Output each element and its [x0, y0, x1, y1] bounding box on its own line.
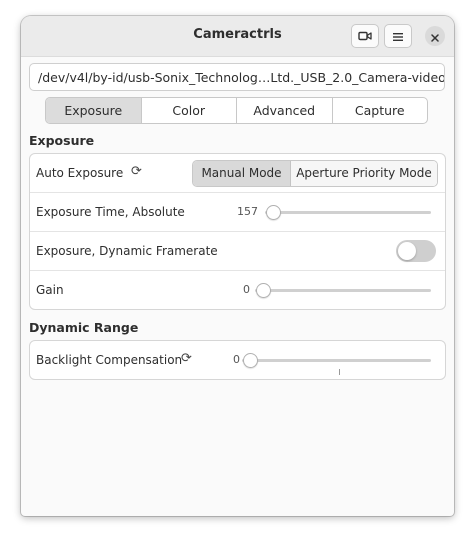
backlight-row: Backlight Compensation ⟳ 0: [30, 341, 445, 380]
video-camera-icon: [358, 27, 372, 46]
reset-icon[interactable]: ⟳: [181, 351, 192, 366]
device-selector[interactable]: /dev/v4l/by-id/usb-Sonix_Technolog…Ltd._…: [29, 63, 445, 91]
backlight-slider-handle[interactable]: [243, 353, 258, 368]
tab-color[interactable]: Color: [142, 98, 237, 123]
exposure-time-row: Exposure Time, Absolute 157: [30, 193, 445, 232]
tab-capture[interactable]: Capture: [333, 98, 428, 123]
exposure-card: Auto Exposure ⟳ Manual Mode Aperture Pri…: [29, 153, 446, 310]
tab-advanced[interactable]: Advanced: [237, 98, 333, 123]
gain-row: Gain 0: [30, 271, 445, 310]
exposure-time-value: 157: [237, 205, 258, 218]
close-window-button[interactable]: [425, 26, 445, 46]
main-menu-button[interactable]: [384, 24, 412, 48]
exposure-time-slider-track[interactable]: [265, 211, 431, 214]
section-title-exposure: Exposure: [29, 133, 95, 148]
backlight-label: Backlight Compensation: [36, 353, 183, 367]
gain-slider-handle[interactable]: [256, 283, 271, 298]
dynamic-framerate-toggle[interactable]: [396, 240, 436, 262]
tab-exposure[interactable]: Exposure: [46, 98, 142, 123]
aperture-priority-mode-option[interactable]: Aperture Priority Mode: [291, 161, 437, 186]
section-title-dynamic-range: Dynamic Range: [29, 320, 139, 335]
dynamic-range-card: Backlight Compensation ⟳ 0: [29, 340, 446, 380]
hamburger-menu-icon: [392, 27, 404, 46]
dynamic-framerate-label: Exposure, Dynamic Framerate: [36, 244, 218, 258]
close-icon: [431, 27, 439, 46]
category-tabs: Exposure Color Advanced Capture: [45, 97, 428, 124]
camera-view-button[interactable]: [351, 24, 379, 48]
gain-label: Gain: [36, 283, 64, 297]
toggle-knob: [398, 242, 416, 260]
auto-exposure-mode-selector: Manual Mode Aperture Priority Mode: [192, 160, 438, 187]
exposure-time-slider-handle[interactable]: [266, 205, 281, 220]
app-window: Cameractrls /dev/v4l/by-id/usb-Sonix_Tec…: [21, 16, 454, 516]
gain-value: 0: [243, 283, 250, 296]
gain-slider-track[interactable]: [255, 289, 431, 292]
manual-mode-option[interactable]: Manual Mode: [193, 161, 291, 186]
backlight-slider-track[interactable]: [242, 359, 431, 362]
reset-icon[interactable]: ⟳: [131, 164, 142, 179]
backlight-default-tick: [339, 369, 340, 375]
backlight-value: 0: [233, 353, 240, 366]
auto-exposure-label: Auto Exposure: [36, 166, 124, 180]
exposure-time-label: Exposure Time, Absolute: [36, 205, 185, 219]
title-bar: Cameractrls: [21, 16, 454, 57]
auto-exposure-row: Auto Exposure ⟳ Manual Mode Aperture Pri…: [30, 154, 445, 193]
dynamic-framerate-row: Exposure, Dynamic Framerate: [30, 232, 445, 271]
